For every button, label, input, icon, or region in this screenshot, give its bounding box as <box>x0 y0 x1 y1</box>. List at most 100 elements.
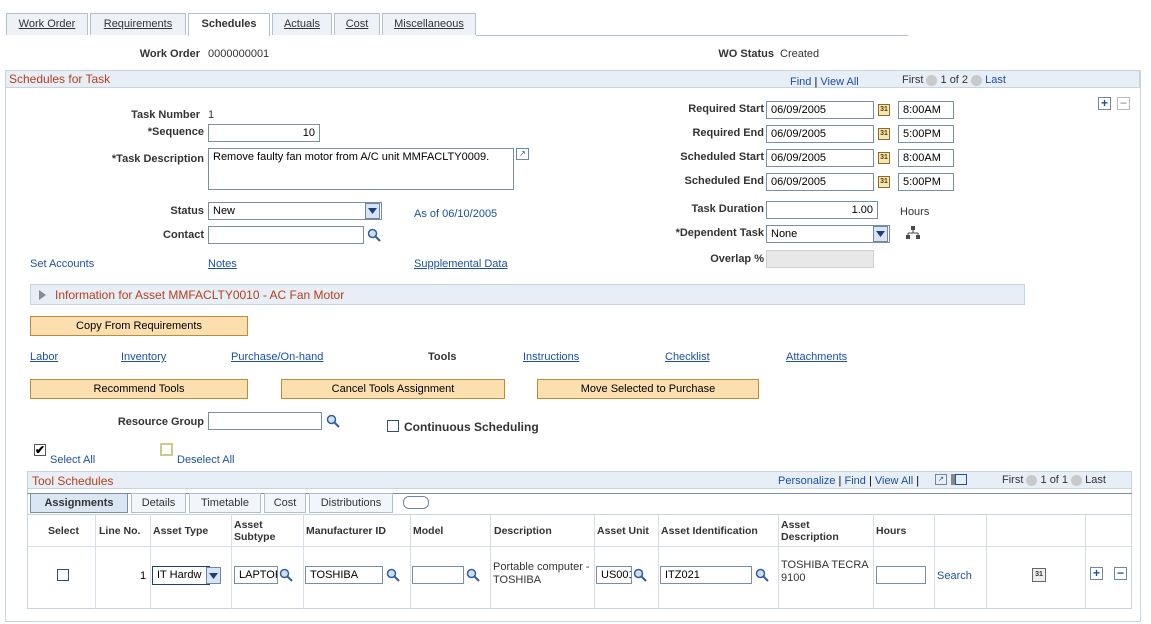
subtab-timetable[interactable]: Timetable <box>189 493 261 513</box>
resource-group-input[interactable] <box>208 412 322 430</box>
copy-from-requirements-button[interactable]: Copy From Requirements <box>30 316 248 336</box>
continuous-scheduling-label: Continuous Scheduling <box>404 420 539 434</box>
attachments-link[interactable]: Attachments <box>786 351 847 363</box>
col-asset-unit: Asset Unit <box>597 525 649 537</box>
next-icon[interactable] <box>971 74 983 86</box>
calendar-icon[interactable]: 31 <box>878 176 890 188</box>
add-row-icon[interactable]: + <box>1098 97 1111 110</box>
continuous-scheduling-checkbox[interactable] <box>387 420 399 432</box>
header-line <box>28 514 1131 515</box>
required-start-time[interactable]: 8:00AM <box>898 101 954 119</box>
zoom-icon[interactable]: ↗ <box>935 474 947 485</box>
contact-input[interactable] <box>208 226 364 244</box>
scheduled-end-time[interactable]: 5:00PM <box>898 173 954 191</box>
recommend-tools-button[interactable]: Recommend Tools <box>30 379 248 399</box>
subtab-details[interactable]: Details <box>131 493 186 513</box>
search-icon[interactable] <box>755 568 769 582</box>
prev-icon[interactable] <box>926 74 938 86</box>
calendar-icon[interactable]: 31 <box>1032 568 1046 582</box>
select-all-icon[interactable]: ✔ <box>34 444 46 456</box>
tab-requirements[interactable]: Requirements <box>90 13 186 35</box>
calendar-icon[interactable]: 31 <box>878 128 890 140</box>
scheduled-end-date[interactable]: 06/09/2005 <box>766 173 874 191</box>
tab-work-order[interactable]: Work Order <box>6 13 88 35</box>
model-input[interactable] <box>412 566 464 584</box>
asset-info-section[interactable]: Information for Asset MMFACLTY0010 - AC … <box>30 284 1025 305</box>
calendar-icon[interactable]: 31 <box>878 104 890 116</box>
search-icon[interactable] <box>386 568 400 582</box>
search-icon[interactable] <box>466 568 480 582</box>
search-icon[interactable] <box>326 414 340 428</box>
asset-identification-input[interactable]: ITZ021 <box>660 566 752 584</box>
hierarchy-icon[interactable] <box>906 226 920 240</box>
prev-icon[interactable] <box>1026 474 1038 486</box>
tab-actuals[interactable]: Actuals <box>272 13 332 35</box>
checklist-link[interactable]: Checklist <box>665 351 710 363</box>
task-description-label: *Task Description <box>111 153 204 165</box>
row-select-checkbox[interactable] <box>57 569 69 581</box>
find-link[interactable]: Find <box>790 76 811 88</box>
hours-input[interactable] <box>876 566 926 584</box>
deselect-all-link[interactable]: Deselect All <box>177 454 234 466</box>
required-end-date[interactable]: 06/09/2005 <box>766 125 874 143</box>
move-selected-to-purchase-button[interactable]: Move Selected to Purchase <box>537 379 759 399</box>
scheduled-start-time[interactable]: 8:00AM <box>898 149 954 167</box>
required-start-date[interactable]: 06/09/2005 <box>766 101 874 119</box>
view-all-link[interactable]: View All <box>820 76 858 88</box>
subtab-assignments[interactable]: Assignments <box>30 493 128 513</box>
tab-miscellaneous[interactable]: Miscellaneous <box>382 13 476 35</box>
subtab-distributions[interactable]: Distributions <box>309 493 393 513</box>
dependent-task-select[interactable]: None <box>766 225 890 243</box>
first-label[interactable]: First <box>902 74 923 86</box>
expand-textarea-icon[interactable]: ↗ <box>516 148 529 160</box>
set-accounts-link[interactable]: Set Accounts <box>30 258 94 270</box>
required-end-time[interactable]: 5:00PM <box>898 125 954 143</box>
search-icon[interactable] <box>633 568 647 582</box>
asset-type-select[interactable]: IT Hardw <box>152 566 210 585</box>
calendar-icon[interactable]: 31 <box>878 152 890 164</box>
instructions-link[interactable]: Instructions <box>523 351 579 363</box>
tool-grid-pager: First 1 of 1 Last <box>1002 474 1106 486</box>
personalize-link[interactable]: Personalize <box>778 475 835 487</box>
scheduled-start-date[interactable]: 06/09/2005 <box>766 149 874 167</box>
search-link[interactable]: Search <box>937 570 972 582</box>
last-link[interactable]: Last <box>985 74 1006 86</box>
status-select[interactable]: New <box>208 202 382 220</box>
tool-schedules-title: Tool Schedules <box>32 474 114 488</box>
purchase-onhand-link[interactable]: Purchase/On-hand <box>231 351 323 363</box>
grid-find-link[interactable]: Find <box>844 475 865 487</box>
notes-link[interactable]: Notes <box>208 258 237 270</box>
inventory-link[interactable]: Inventory <box>121 351 166 363</box>
sequence-input[interactable]: 10 <box>208 124 320 142</box>
search-icon[interactable] <box>367 228 381 242</box>
chevron-down-icon[interactable] <box>365 203 380 219</box>
asset-subtype-input[interactable]: LAPTOP <box>234 566 278 584</box>
search-icon[interactable] <box>279 568 293 582</box>
cancel-tools-assignment-button[interactable]: Cancel Tools Assignment <box>281 379 505 399</box>
next-icon[interactable] <box>1071 474 1083 486</box>
grid-view-all-link[interactable]: View All <box>875 475 913 487</box>
tools-link[interactable]: Tools <box>428 351 457 363</box>
show-all-columns-icon[interactable] <box>403 496 429 509</box>
deselect-all-icon[interactable] <box>160 443 173 456</box>
select-all-link[interactable]: Select All <box>50 454 95 466</box>
tab-underline <box>476 35 908 36</box>
labor-link[interactable]: Labor <box>30 351 58 363</box>
task-duration-label: Task Duration <box>691 203 764 215</box>
delete-row-icon[interactable]: − <box>1117 97 1130 110</box>
task-description-textarea[interactable]: Remove faulty fan motor from A/C unit MM… <box>208 148 514 190</box>
supplemental-data-link[interactable]: Supplemental Data <box>414 258 508 270</box>
tab-cost[interactable]: Cost <box>334 13 380 35</box>
asset-unit-input[interactable]: US001 <box>596 566 632 584</box>
subtab-cost[interactable]: Cost <box>264 493 306 513</box>
task-duration-input[interactable]: 1.00 <box>766 201 878 219</box>
add-row-icon[interactable]: + <box>1090 567 1103 580</box>
tab-schedules[interactable]: Schedules <box>188 13 270 36</box>
chevron-down-icon[interactable] <box>206 567 221 584</box>
delete-row-icon[interactable]: − <box>1114 567 1127 580</box>
col-asset-identification: Asset Identification <box>661 525 758 537</box>
chevron-down-icon[interactable] <box>873 226 888 242</box>
manufacturer-id-input[interactable]: TOSHIBA <box>305 566 383 584</box>
download-icon[interactable] <box>955 474 967 485</box>
row-description: Portable computer - TOSHIBA <box>493 561 590 586</box>
